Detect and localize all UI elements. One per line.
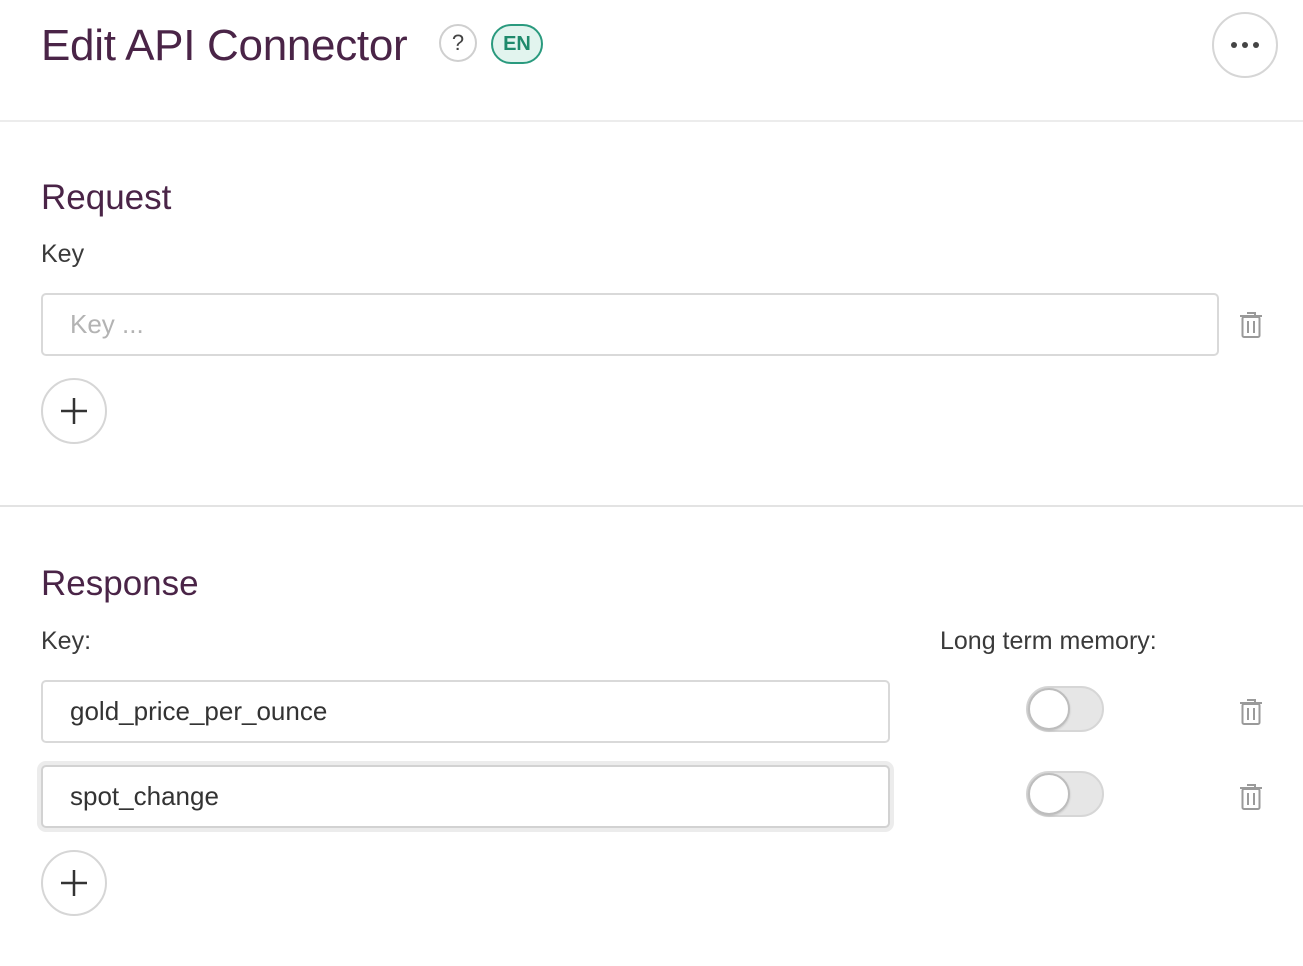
language-badge[interactable]: EN (491, 24, 543, 64)
toggle-knob (1028, 688, 1070, 730)
trash-icon[interactable] (1239, 783, 1263, 811)
toggle-knob (1028, 773, 1070, 815)
plus-icon (61, 870, 87, 896)
long-term-memory-label: Long term memory: (940, 627, 1157, 655)
add-request-key-button[interactable] (41, 378, 107, 444)
request-section-title: Request (41, 178, 172, 217)
add-response-key-button[interactable] (41, 850, 107, 916)
page-title: Edit API Connector (41, 21, 408, 70)
more-horizontal-icon (1229, 42, 1262, 48)
page-header: Edit API Connector ? EN (0, 0, 1303, 122)
response-key-label: Key: (41, 627, 92, 655)
response-key-input[interactable] (41, 765, 890, 828)
long-term-memory-toggle[interactable] (1026, 771, 1104, 817)
response-key-input[interactable] (41, 680, 890, 743)
trash-icon[interactable] (1239, 311, 1263, 339)
request-key-label: Key (41, 240, 85, 268)
request-key-input[interactable] (41, 293, 1219, 356)
long-term-memory-toggle[interactable] (1026, 686, 1104, 732)
help-button[interactable]: ? (439, 24, 477, 62)
plus-icon (61, 398, 87, 424)
trash-icon[interactable] (1239, 698, 1263, 726)
section-divider (0, 505, 1303, 507)
response-section-title: Response (41, 564, 199, 603)
more-options-button[interactable] (1212, 12, 1278, 78)
